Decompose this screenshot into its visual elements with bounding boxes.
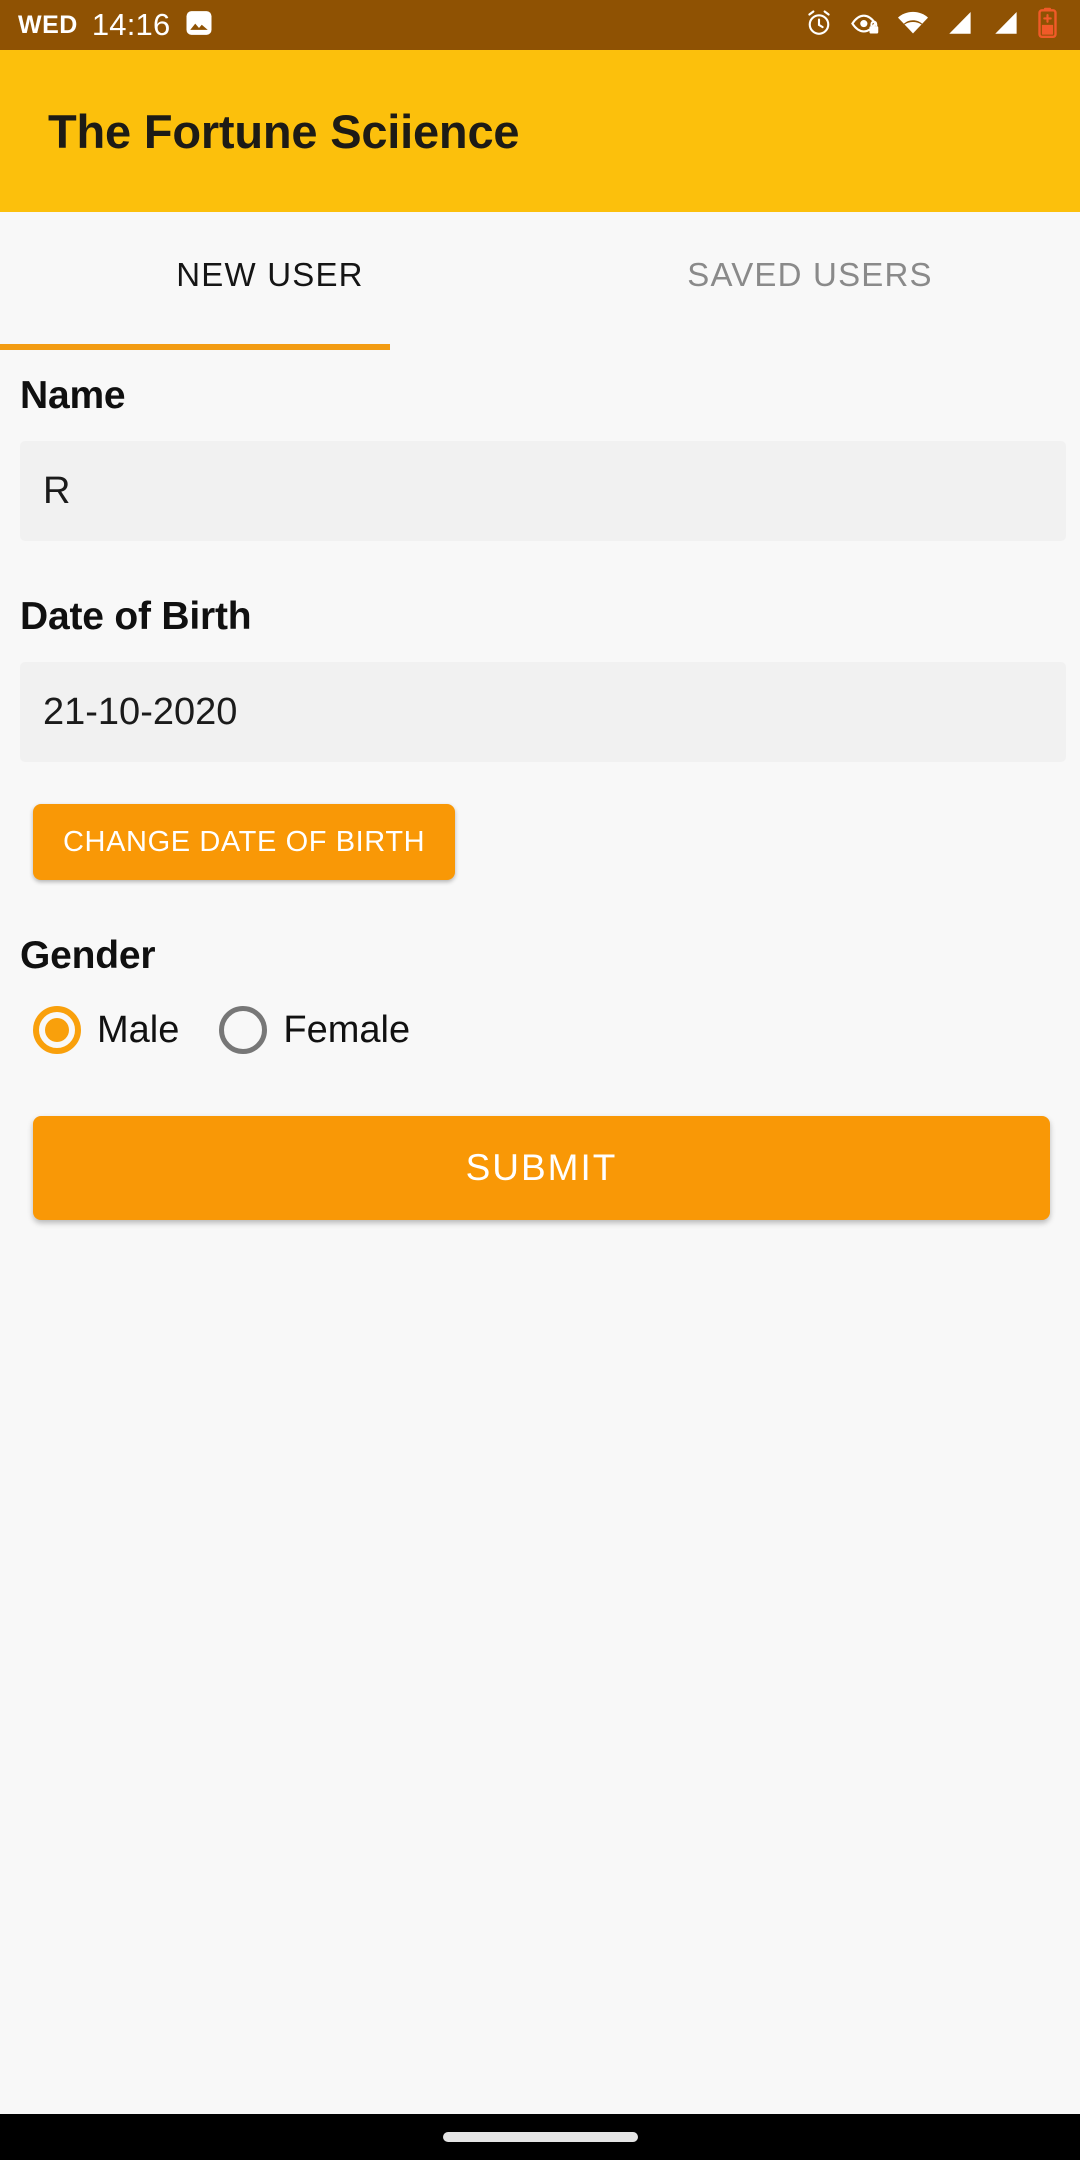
gender-label: Gender [20,934,156,977]
gesture-pill[interactable] [442,2132,638,2142]
system-navigation-bar [0,2114,1080,2160]
page-title: The Fortune Sciience [48,104,520,158]
status-bar: WED 14:16 [0,0,1080,50]
eye-lock-icon [850,8,881,43]
gender-option-female-label: Female [283,1008,411,1051]
change-date-of-birth-label: CHANGE DATE OF BIRTH [63,825,426,858]
tab-saved-users-label: SAVED USERS [687,256,933,293]
submit-button-label: SUBMIT [465,1147,618,1188]
name-input-value: R [43,469,71,512]
tab-new-user-label: NEW USER [176,256,364,293]
tab-bar: NEW USER SAVED USERS [0,212,1080,350]
signal-sim1-icon [945,8,975,43]
submit-button[interactable]: SUBMIT [33,1116,1050,1220]
wifi-icon [897,8,929,43]
app-bar: The Fortune Sciience [0,50,1080,212]
radio-unselected-icon[interactable] [219,1006,268,1054]
battery-low-icon [1037,7,1058,43]
status-bar-day: WED [18,10,78,39]
status-bar-left: WED 14:16 [18,7,214,43]
date-of-birth-input[interactable]: 21-10-2020 [20,662,1066,762]
gender-radio-group: Male Female [33,1006,1080,1054]
alarm-icon [804,8,834,43]
gender-option-female[interactable]: Female [219,1006,410,1054]
name-input[interactable]: R [20,441,1066,541]
signal-sim2-icon [991,8,1021,43]
photo-icon [184,8,214,43]
change-date-of-birth-button[interactable]: CHANGE DATE OF BIRTH [33,804,456,880]
radio-selected-icon[interactable] [33,1006,81,1054]
form-container: Name R Date of Birth 21-10-2020 CHANGE D… [0,350,1080,1220]
date-of-birth-value: 21-10-2020 [43,690,238,733]
tab-saved-users[interactable]: SAVED USERS [540,212,1080,350]
status-bar-right [804,7,1064,43]
app-screen: WED 14:16 The Fortune Sciience NEW USER … [0,0,1080,2160]
name-label: Name [20,374,126,417]
gender-option-male[interactable]: Male [33,1006,179,1054]
date-of-birth-label: Date of Birth [20,595,252,638]
gender-option-male-label: Male [97,1008,180,1051]
tab-new-user[interactable]: NEW USER [0,212,540,350]
status-bar-clock: 14:16 [91,7,171,42]
